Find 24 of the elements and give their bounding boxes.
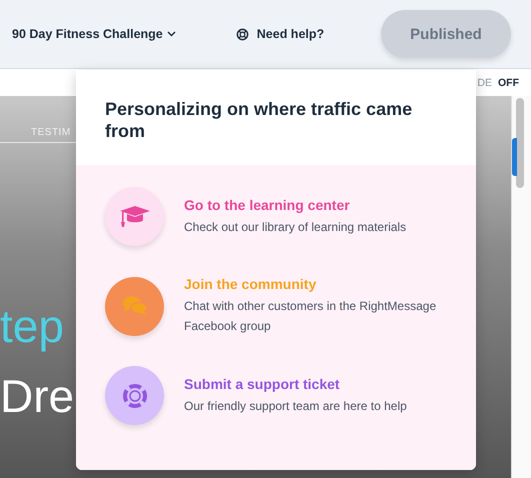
scrollbar[interactable] [511, 96, 531, 478]
lifebuoy-icon [122, 382, 148, 408]
popup-title: Personalizing on where traffic came from [104, 98, 414, 143]
help-link[interactable]: Need help? [236, 27, 324, 41]
graduation-cap-icon [118, 204, 150, 228]
icon-circle[interactable] [105, 276, 164, 336]
side-tab[interactable] [512, 138, 517, 176]
help-link[interactable]: Go to the learning center [184, 196, 446, 212]
published-button[interactable]: Published [381, 10, 511, 58]
mode-label: DE [477, 76, 492, 88]
headline-text: Dre [0, 370, 74, 422]
icon-circle[interactable] [105, 187, 164, 246]
mode-toggle[interactable]: OFF [498, 76, 519, 88]
help-description: Check out our library of learning materials [184, 218, 408, 236]
scrollbar-thumb[interactable] [516, 98, 524, 188]
project-dropdown[interactable]: 90 Day Fitness Challenge [12, 27, 176, 41]
headline-text: tep [0, 300, 64, 352]
lifebuoy-icon [236, 28, 249, 40]
chat-bubbles-icon [122, 295, 148, 317]
help-link[interactable]: Submit a support ticket [184, 376, 446, 392]
chevron-down-icon [166, 31, 176, 37]
icon-circle[interactable] [105, 366, 164, 425]
help-description: Our friendly support team are here to help [184, 398, 408, 414]
help-description: Chat with other customers in the RightMessage Facebook group [184, 298, 438, 335]
